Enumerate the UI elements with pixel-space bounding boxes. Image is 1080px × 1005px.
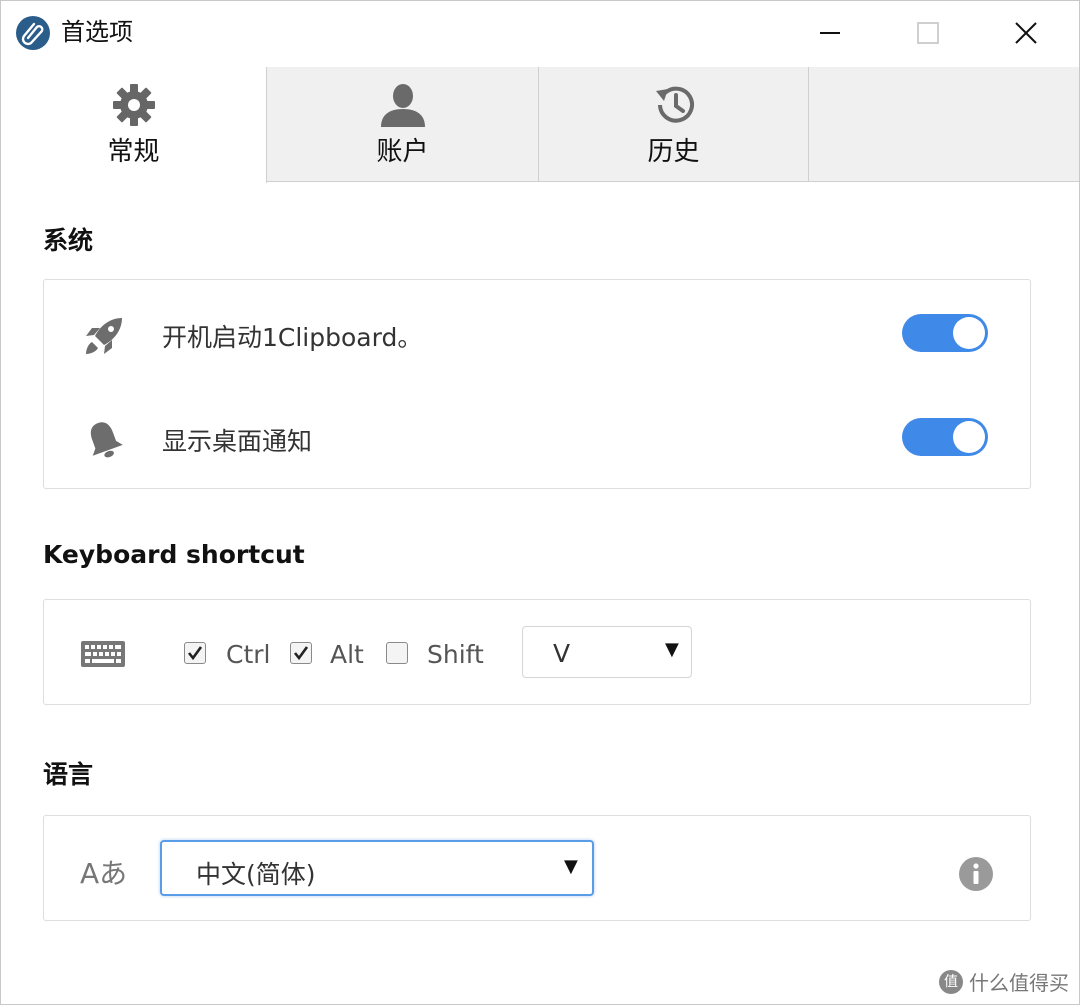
- autostart-toggle[interactable]: [902, 314, 988, 352]
- window-title: 首选项: [61, 18, 133, 46]
- bell-icon: [90, 422, 123, 458]
- paperclip-icon: [16, 16, 50, 50]
- keyboard-icon: [81, 641, 125, 667]
- alt-label: Alt: [330, 640, 364, 669]
- tab-label: 常规: [107, 137, 160, 167]
- tab-label: 账户: [376, 137, 429, 167]
- notification-toggle[interactable]: [902, 418, 988, 456]
- history-icon: [655, 86, 694, 123]
- maximize-button[interactable]: [879, 1, 977, 65]
- language-panel: Aあ 中文(简体) ▼: [43, 815, 1031, 921]
- language-icon: Aあ: [80, 857, 128, 890]
- tab-history[interactable]: 历史: [539, 67, 809, 181]
- title-bar: 首选项: [1, 1, 1079, 65]
- close-button[interactable]: [977, 1, 1075, 65]
- dropdown-arrow-icon: ▼: [665, 639, 679, 660]
- section-title-shortcut: Keyboard shortcut: [43, 540, 305, 569]
- watermark-text: 什么值得买: [969, 971, 1069, 995]
- watermark-badge: 值: [939, 969, 963, 994]
- close-icon: [1015, 22, 1037, 44]
- info-icon[interactable]: [958, 856, 994, 892]
- ctrl-checkbox[interactable]: [184, 642, 206, 664]
- minimize-icon: [820, 32, 840, 34]
- tab-label: 历史: [647, 137, 700, 167]
- checkmark-icon: [187, 646, 203, 661]
- language-select[interactable]: 中文(简体) ▼: [160, 840, 594, 896]
- shortcut-panel: Ctrl Alt Shift V ▼: [43, 599, 1031, 705]
- user-icon: [380, 84, 425, 127]
- notification-label: 显示桌面通知: [162, 427, 313, 456]
- shift-label: Shift: [427, 640, 484, 669]
- shortcut-key-select[interactable]: V ▼: [522, 626, 692, 678]
- maximize-icon: [917, 22, 939, 44]
- gear-icon: [112, 84, 155, 126]
- section-title-language: 语言: [43, 760, 94, 789]
- checkmark-icon: [293, 646, 309, 661]
- minimize-button[interactable]: [781, 1, 879, 65]
- section-title-system: 系统: [43, 226, 94, 255]
- shortcut-key-value: V: [553, 639, 571, 668]
- autostart-label: 开机启动1Clipboard。: [162, 323, 423, 352]
- tab-account[interactable]: 账户: [267, 67, 539, 181]
- tab-general[interactable]: 常规: [1, 67, 267, 183]
- alt-checkbox[interactable]: [290, 642, 312, 664]
- dropdown-arrow-icon: ▼: [564, 856, 578, 877]
- watermark: 值 什么值得买: [939, 967, 1069, 996]
- preferences-window: 首选项 常规 账户 历史 系统 开机启动1Clipboard。 显示桌面通知 K…: [0, 0, 1080, 1005]
- tab-bar: 常规 账户 历史: [1, 67, 1079, 183]
- language-select-value: 中文(简体): [196, 860, 316, 889]
- system-panel: 开机启动1Clipboard。 显示桌面通知: [43, 279, 1031, 489]
- shift-checkbox[interactable]: [386, 642, 408, 664]
- ctrl-label: Ctrl: [226, 640, 271, 669]
- rocket-icon: [86, 318, 122, 354]
